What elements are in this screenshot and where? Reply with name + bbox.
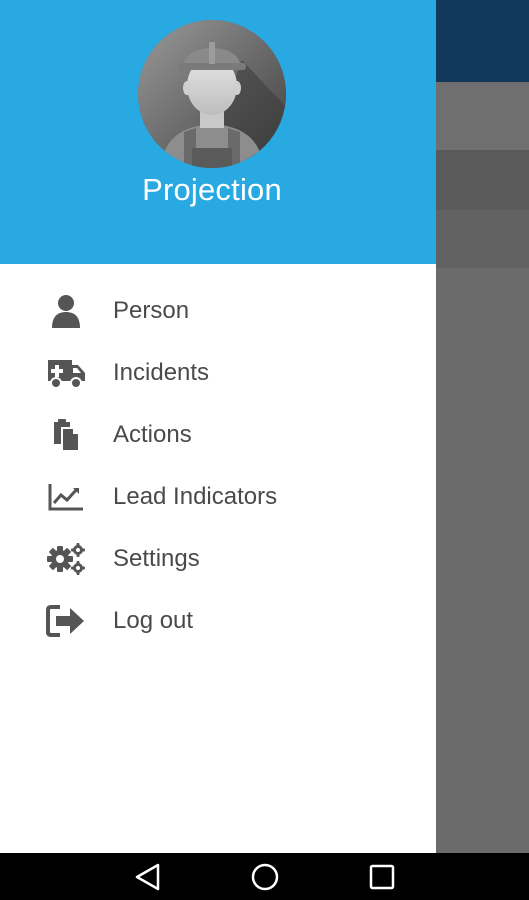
menu-item-label: Log out <box>113 607 194 634</box>
menu-item-person[interactable]: Person <box>0 280 436 342</box>
navigation-drawer: Projection Person Incidents Actions Lead… <box>0 0 436 853</box>
system-navigation-bar <box>0 853 529 900</box>
drawer-header: Projection <box>0 0 436 264</box>
menu-item-lead-indicators[interactable]: Lead Indicators <box>0 466 436 528</box>
menu-item-incidents[interactable]: Incidents <box>0 342 436 404</box>
clipboard-copy-icon <box>46 416 86 454</box>
menu-item-label: Actions <box>113 421 192 448</box>
worker-avatar-icon <box>138 20 286 168</box>
back-icon[interactable] <box>131 861 165 893</box>
menu-item-settings[interactable]: Settings <box>0 528 436 590</box>
trend-chart-icon <box>46 478 86 516</box>
menu-item-label: Person <box>113 297 190 324</box>
ambulance-icon <box>46 354 86 392</box>
drawer-menu: Person Incidents Actions Lead Indicators… <box>0 280 436 652</box>
logout-icon <box>46 602 86 640</box>
menu-item-label: Incidents <box>113 359 210 386</box>
menu-item-actions[interactable]: Actions <box>0 404 436 466</box>
menu-item-logout[interactable]: Log out <box>0 590 436 652</box>
menu-item-label: Lead Indicators <box>113 483 278 510</box>
menu-item-label: Settings <box>113 545 200 572</box>
app-title: Projection <box>142 172 282 207</box>
home-icon[interactable] <box>248 861 282 893</box>
gears-icon <box>46 540 86 578</box>
person-icon <box>46 292 86 330</box>
recent-apps-icon[interactable] <box>365 861 399 893</box>
